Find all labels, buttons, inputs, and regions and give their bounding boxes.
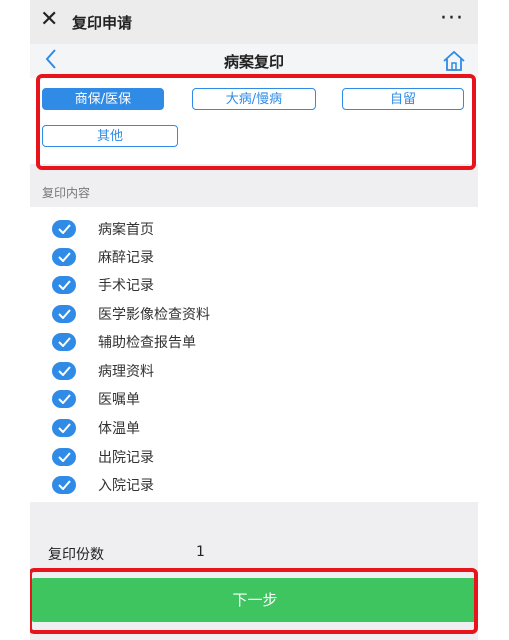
check-circle-icon[interactable]: [52, 220, 76, 238]
list-item-label: 辅助检查报告单: [98, 335, 196, 351]
copy-content-list: 病案首页 麻醉记录 手术记录 医学影像检查资料 辅助检查报告单 病理资料 医嘱单: [30, 207, 478, 502]
list-item[interactable]: 医学影像检查资料: [30, 300, 478, 328]
close-icon[interactable]: ✕: [40, 9, 58, 31]
list-item[interactable]: 病案首页: [30, 215, 478, 243]
check-circle-icon[interactable]: [52, 390, 76, 408]
list-item-label: 医学影像检查资料: [98, 307, 210, 323]
list-item[interactable]: 入院记录: [30, 471, 478, 499]
window-titlebar: ✕ 复印申请 ···: [30, 0, 478, 44]
copy-count-label: 复印份数: [48, 547, 104, 563]
check-circle-icon[interactable]: [52, 248, 76, 266]
copy-count-row: 复印份数 1: [30, 530, 478, 570]
list-item[interactable]: 辅助检查报告单: [30, 328, 478, 356]
type-option-commercial-insurance[interactable]: 商保/医保: [42, 88, 164, 110]
list-item[interactable]: 医嘱单: [30, 385, 478, 413]
check-circle-icon[interactable]: [52, 476, 76, 494]
check-circle-icon[interactable]: [52, 362, 76, 380]
check-circle-icon[interactable]: [52, 276, 76, 294]
type-option-personal[interactable]: 自留: [342, 88, 464, 110]
list-item[interactable]: 病理资料: [30, 357, 478, 385]
list-item-label: 医嘱单: [98, 392, 140, 408]
list-item[interactable]: 体温单: [30, 414, 478, 442]
list-item-label: 入院记录: [98, 478, 154, 494]
list-item-label: 病理资料: [98, 364, 154, 380]
list-item[interactable]: 手术记录: [30, 271, 478, 299]
page-title: 病案复印: [223, 53, 284, 71]
list-item[interactable]: 麻醉记录: [30, 243, 478, 271]
list-item-label: 麻醉记录: [98, 250, 154, 266]
check-circle-icon[interactable]: [52, 419, 76, 437]
list-item-label: 病案首页: [98, 222, 154, 238]
list-item-label: 出院记录: [98, 450, 154, 466]
type-option-other[interactable]: 其他: [42, 125, 178, 147]
check-circle-icon[interactable]: [52, 333, 76, 351]
home-icon[interactable]: [442, 50, 466, 76]
next-step-button[interactable]: 下一步: [32, 578, 478, 622]
list-item[interactable]: 出院记录: [30, 443, 478, 471]
type-option-serious-illness[interactable]: 大病/慢病: [192, 88, 316, 110]
check-circle-icon[interactable]: [52, 448, 76, 466]
more-dots-icon[interactable]: ···: [440, 6, 464, 31]
nav-bar: 病案复印: [30, 44, 478, 79]
list-item-label: 体温单: [98, 421, 140, 437]
copy-type-selector: 商保/医保 大病/慢病 自留 其他: [30, 78, 478, 164]
check-circle-icon[interactable]: [52, 305, 76, 323]
section-label: 复印内容: [42, 186, 91, 200]
list-item-label: 手术记录: [98, 278, 154, 294]
window-title: 复印申请: [72, 14, 133, 32]
copy-count-value[interactable]: 1: [196, 544, 205, 560]
phone-screen: ✕ 复印申请 ··· 病案复印 商保/医保 大病/慢病 自留 其他 复印内容 病…: [30, 0, 478, 640]
